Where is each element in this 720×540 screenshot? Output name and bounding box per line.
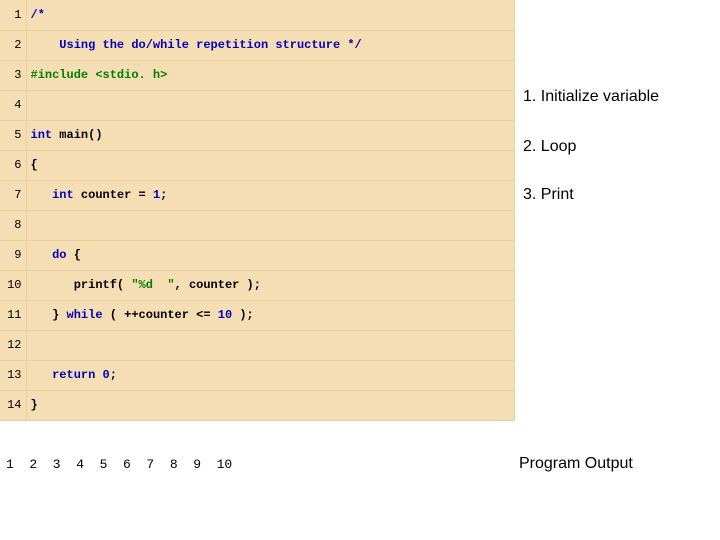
code-text: int counter = 1; [26, 180, 515, 210]
line-number: 6 [0, 150, 26, 180]
code-text: { [26, 150, 515, 180]
line-number: 4 [0, 90, 26, 120]
code-text: #include <stdio. h> [26, 60, 515, 90]
line-number: 13 [0, 360, 26, 390]
annotations-panel: 1. Initialize variable 2. Loop 3. Print [515, 0, 720, 421]
code-text: do { [26, 240, 515, 270]
code-line: 6 { [0, 150, 515, 180]
code-text: int main() [26, 120, 515, 150]
line-number: 14 [0, 390, 26, 420]
line-number: 2 [0, 30, 26, 60]
program-output-label: Program Output [515, 455, 633, 473]
code-line: 12 [0, 330, 515, 360]
code-text: Using the do/while repetition structure … [26, 30, 515, 60]
code-line: 13 return 0; [0, 360, 515, 390]
code-table: 1 /* 2 Using the do/while repetition str… [0, 0, 515, 421]
code-text: printf( "%d ", counter ); [26, 270, 515, 300]
program-output: 1 2 3 4 5 6 7 8 9 10 [0, 449, 515, 480]
line-number: 5 [0, 120, 26, 150]
code-text [26, 210, 515, 240]
code-text [26, 90, 515, 120]
annotation-initialize: 1. Initialize variable [523, 88, 720, 106]
code-line: 11 } while ( ++counter <= 10 ); [0, 300, 515, 330]
line-number: 1 [0, 0, 26, 30]
line-number: 3 [0, 60, 26, 90]
line-number: 8 [0, 210, 26, 240]
line-number: 11 [0, 300, 26, 330]
code-line: 5 int main() [0, 120, 515, 150]
code-text: } while ( ++counter <= 10 ); [26, 300, 515, 330]
code-line: 1 /* [0, 0, 515, 30]
code-text: /* [26, 0, 515, 30]
line-number: 7 [0, 180, 26, 210]
code-line: 10 printf( "%d ", counter ); [0, 270, 515, 300]
code-line: 14 } [0, 390, 515, 420]
code-line: 4 [0, 90, 515, 120]
code-line: 7 int counter = 1; [0, 180, 515, 210]
code-line: 2 Using the do/while repetition structur… [0, 30, 515, 60]
code-text [26, 330, 515, 360]
code-line: 9 do { [0, 240, 515, 270]
line-number: 10 [0, 270, 26, 300]
code-panel: 1 /* 2 Using the do/while repetition str… [0, 0, 515, 421]
line-number: 9 [0, 240, 26, 270]
annotation-print: 3. Print [523, 186, 720, 204]
code-text: return 0; [26, 360, 515, 390]
code-text: } [26, 390, 515, 420]
code-line: 3 #include <stdio. h> [0, 60, 515, 90]
code-line: 8 [0, 210, 515, 240]
annotation-loop: 2. Loop [523, 138, 720, 156]
line-number: 12 [0, 330, 26, 360]
